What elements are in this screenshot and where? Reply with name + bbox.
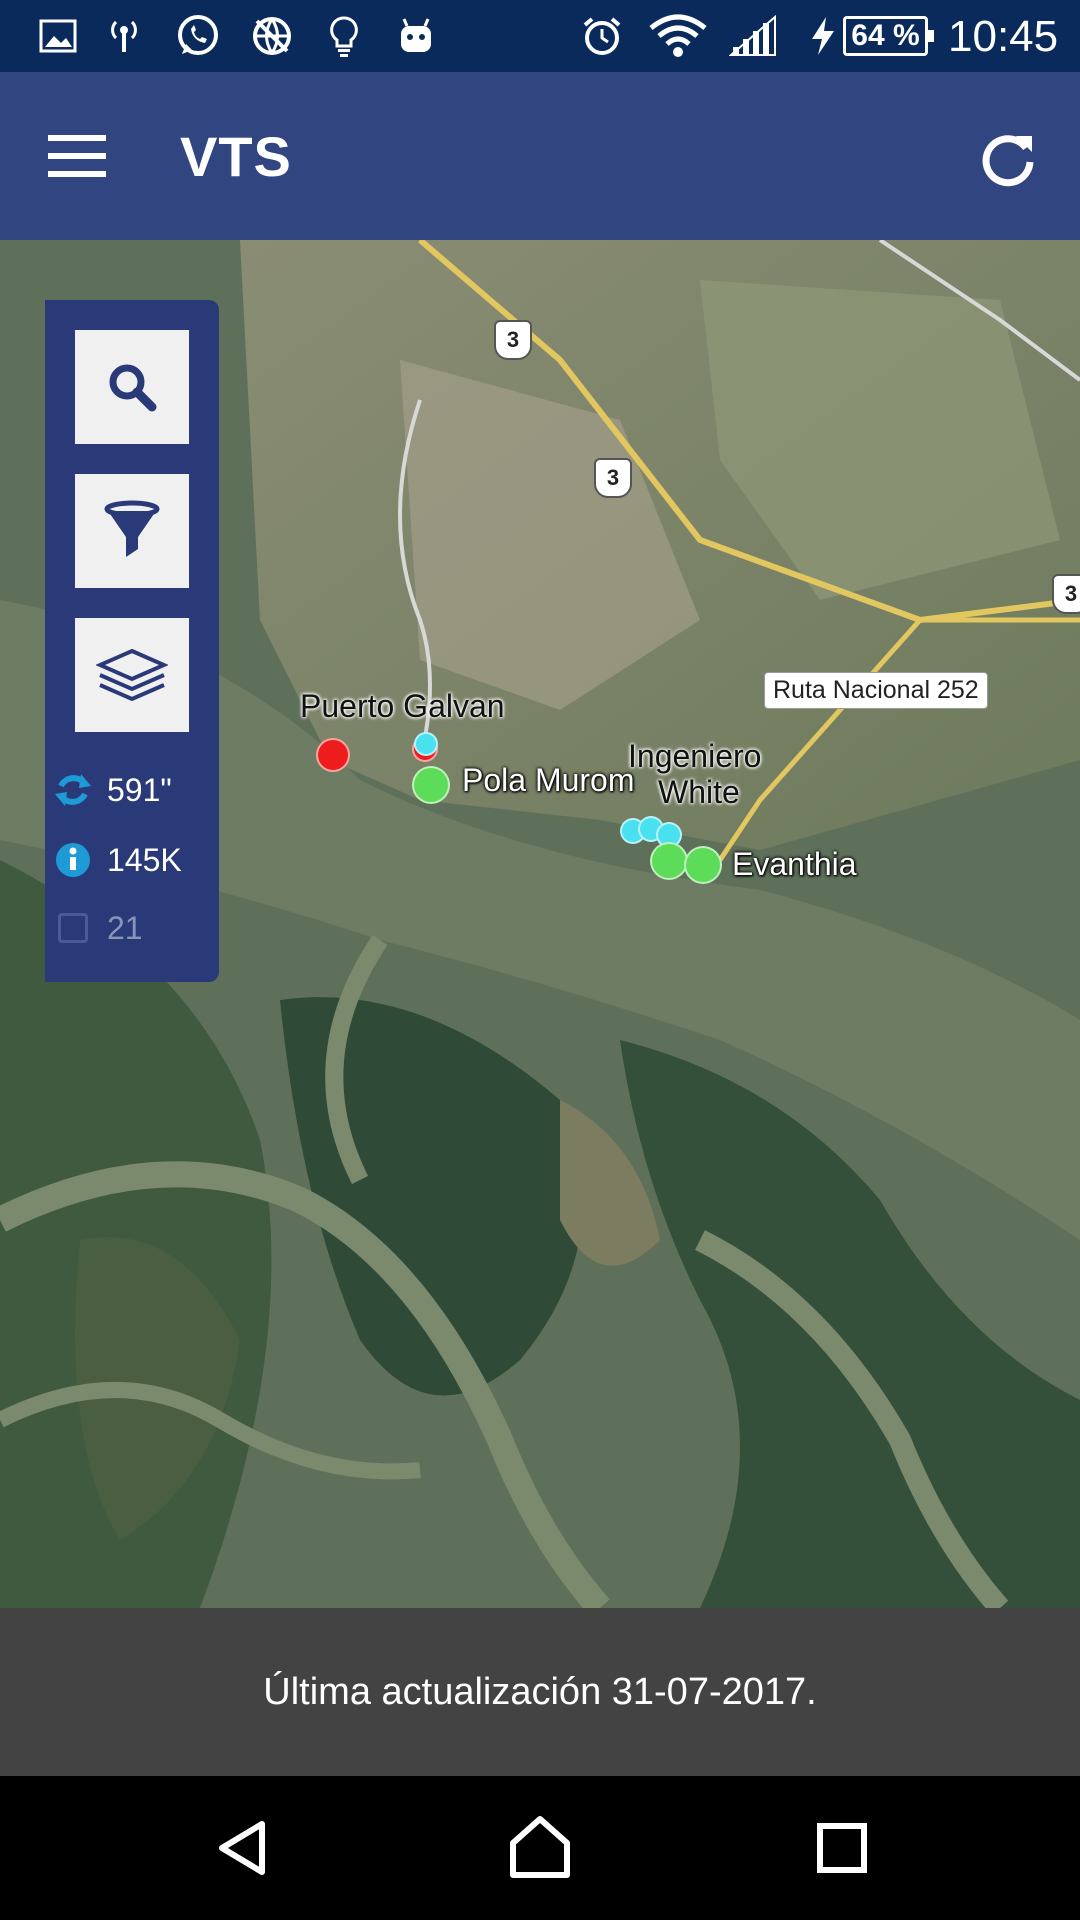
refresh-interval-value: 591" [107, 771, 172, 808]
road-label-ruta-252: Ruta Nacional 252 [764, 672, 988, 709]
info-value: 145K [107, 841, 182, 878]
clock: 10:45 [948, 12, 1059, 61]
last-update-banner: Última actualización 31-07-2017. [0, 1608, 1080, 1776]
checkbox-stat[interactable]: 21 [53, 904, 143, 952]
search-icon [109, 364, 157, 412]
info-stat: 145K [53, 836, 182, 884]
hotspot-icon [102, 14, 146, 58]
battery-level: 64 % [851, 19, 920, 52]
lightbulb-icon [322, 14, 366, 58]
wifi-icon [648, 14, 708, 58]
vessel-marker[interactable] [316, 738, 350, 772]
last-update-text: Última actualización 31-07-2017. [263, 1670, 817, 1713]
layers-icon [96, 648, 168, 702]
route-shield: 3 [1052, 574, 1080, 614]
refresh-icon[interactable] [976, 126, 1040, 190]
whatsapp-icon [176, 14, 220, 58]
vessel-marker[interactable] [650, 842, 688, 880]
vessel-marker[interactable] [412, 766, 450, 804]
alarm-icon [580, 14, 624, 58]
filter-icon [104, 500, 160, 557]
navigation-bar [0, 1776, 1080, 1920]
home-icon[interactable] [498, 1806, 582, 1890]
vessel-label-pola-murom: Pola Murom [462, 762, 635, 798]
app-bar: VTS [0, 72, 1080, 240]
app-title: VTS [180, 125, 292, 188]
map-tools-panel: 591" 145K 21 [45, 300, 219, 982]
search-button[interactable] [75, 330, 189, 444]
checkbox[interactable] [53, 908, 93, 948]
route-shield: 3 [594, 458, 632, 498]
back-icon[interactable] [200, 1806, 284, 1890]
place-label-ingeniero: Ingeniero [628, 738, 762, 774]
recents-icon[interactable] [800, 1806, 884, 1890]
vessel-marker[interactable] [684, 846, 722, 884]
filter-button[interactable] [75, 474, 189, 588]
refresh-icon [53, 770, 93, 810]
place-label-puerto-galvan: Puerto Galvan [300, 688, 505, 724]
vessel-marker[interactable] [414, 732, 438, 756]
checkbox-value: 21 [107, 909, 143, 946]
place-label-white: White [658, 774, 740, 810]
route-shield: 3 [494, 320, 532, 360]
signal-icon [728, 14, 778, 58]
battery-indicator: 64 % [843, 16, 934, 56]
no-web-icon [250, 14, 294, 58]
vessel-label-evanthia: Evanthia [732, 846, 857, 882]
layers-button[interactable] [75, 618, 189, 732]
android-icon [394, 14, 438, 58]
charging-icon [806, 14, 840, 58]
status-bar: 64 % 10:45 [0, 0, 1080, 72]
refresh-interval-stat: 591" [53, 766, 172, 814]
image-icon [36, 14, 80, 58]
info-icon [53, 840, 93, 880]
hamburger-menu-icon[interactable] [48, 122, 120, 190]
